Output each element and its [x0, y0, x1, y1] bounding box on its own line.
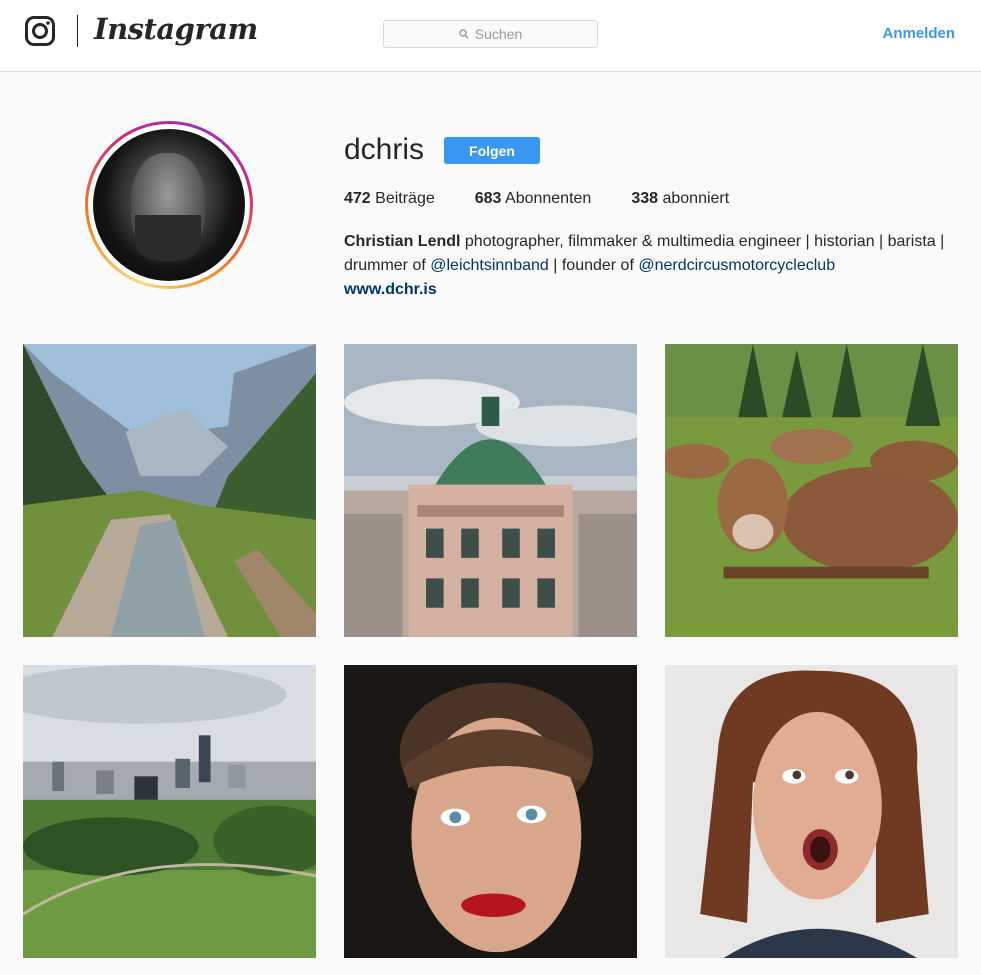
posts-label: Beiträge — [375, 190, 435, 207]
following-count: 338 — [631, 190, 659, 207]
followers-label: Abonnenten — [505, 190, 592, 207]
post-thumbnail[interactable] — [344, 665, 637, 958]
instagram-wordmark[interactable]: Instagram — [94, 12, 258, 46]
post-thumbnail[interactable] — [665, 665, 958, 958]
bio-text: | founder of — [548, 257, 639, 274]
top-navigation-bar: Instagram Suchen Anmelden — [0, 0, 981, 72]
profile-username: dchris — [344, 133, 425, 166]
posts-count: 472 — [344, 190, 371, 207]
following-stat[interactable]: 338 abonniert — [631, 190, 729, 208]
follow-button[interactable]: Folgen — [444, 137, 540, 164]
following-label: abonniert — [662, 190, 730, 207]
search-input[interactable]: Suchen — [383, 20, 598, 48]
post-image-woman-surprised — [665, 665, 958, 958]
posts-stat: 472 Beiträge — [344, 190, 435, 208]
post-image-cows-on-meadow — [665, 344, 958, 637]
post-image-city-skyline-aerial — [23, 665, 316, 958]
mention-link[interactable]: @leichtsinnband — [430, 257, 549, 274]
followers-stat[interactable]: 683 Abonnenten — [475, 190, 592, 208]
profile-stats: 472 Beiträge 683 Abonnenten 338 abonnier… — [344, 190, 729, 208]
bio-text: photographer, filmmaker & multimedia eng… — [460, 233, 945, 250]
post-image-green-dome-building — [344, 344, 637, 637]
website-link[interactable]: www.dchr.is — [344, 281, 437, 298]
post-thumbnail[interactable] — [23, 665, 316, 958]
logo-divider — [77, 15, 78, 47]
login-link[interactable]: Anmelden — [882, 25, 955, 42]
post-thumbnail[interactable] — [23, 344, 316, 637]
post-image-mountain-stream — [23, 344, 316, 637]
followers-count: 683 — [474, 190, 502, 207]
profile-bio: Christian Lendl photographer, filmmaker … — [344, 230, 964, 302]
post-thumbnail[interactable] — [344, 344, 637, 637]
post-thumbnail[interactable] — [665, 344, 958, 637]
profile-avatar[interactable] — [85, 121, 253, 289]
search-icon — [459, 29, 469, 39]
bio-text: drummer of — [344, 257, 431, 274]
post-image-woman-portrait-red-lips — [344, 665, 637, 958]
avatar-image — [93, 129, 245, 281]
full-name: Christian Lendl — [344, 233, 461, 250]
instagram-camera-icon[interactable] — [24, 15, 56, 47]
mention-link[interactable]: @nerdcircusmotorcycleclub — [638, 257, 835, 274]
search-placeholder: Suchen — [474, 26, 523, 42]
